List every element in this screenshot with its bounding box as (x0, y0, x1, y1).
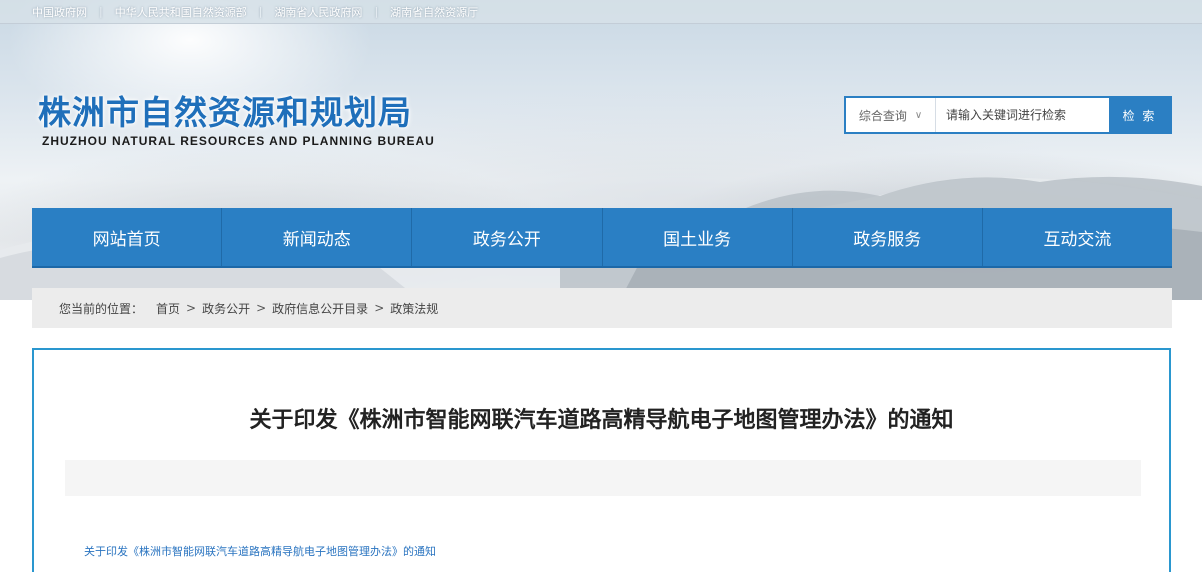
divider: | (258, 5, 263, 18)
nav-item-news[interactable]: 新闻动态 (222, 208, 413, 266)
search-scope-select[interactable]: 综合查询 ∨ (846, 98, 936, 132)
top-link-hunan-nr[interactable]: 湖南省自然资源厅 (390, 4, 478, 20)
site-logo-subtitle: ZHUZHOU NATURAL RESOURCES AND PLANNING B… (42, 134, 435, 148)
breadcrumb-separator-icon: > (374, 301, 385, 315)
search-input[interactable] (936, 98, 1109, 132)
breadcrumb-lead: 您当前的位置： (59, 301, 144, 316)
breadcrumb-separator-icon: > (256, 301, 267, 315)
search-button[interactable]: 检 索 (1109, 98, 1170, 132)
nav-item-interaction[interactable]: 互动交流 (983, 208, 1172, 266)
top-links-bar: 中国政府网 | 中华人民共和国自然资源部 | 湖南省人民政府网 | 湖南省自然资… (0, 0, 1202, 24)
nav-item-home[interactable]: 网站首页 (32, 208, 223, 266)
chevron-down-icon: ∨ (914, 109, 923, 121)
search-scope-label: 综合查询 (858, 108, 907, 123)
breadcrumb-item-home[interactable]: 首页 (156, 300, 180, 317)
breadcrumb-item-catalog[interactable]: 政府信息公开目录 (272, 300, 368, 317)
site-logo-title[interactable]: 株洲市自然资源和规划局 (38, 86, 412, 134)
top-link-hunan-gov[interactable]: 湖南省人民政府网 (274, 4, 362, 20)
breadcrumb-item-gov-affairs[interactable]: 政务公开 (202, 300, 250, 317)
breadcrumb: 您当前的位置： 首页 > 政务公开 > 政府信息公开目录 > 政策法规 (32, 288, 1172, 328)
nav-item-gov-affairs[interactable]: 政务公开 (412, 208, 603, 266)
main-nav: 网站首页 新闻动态 政务公开 国土业务 政务服务 互动交流 (32, 208, 1172, 268)
nav-item-land-business[interactable]: 国土业务 (603, 208, 793, 266)
breadcrumb-item-policy[interactable]: 政策法规 (390, 300, 438, 317)
nav-item-gov-service[interactable]: 政务服务 (793, 208, 983, 266)
divider: | (99, 5, 103, 18)
article-title: 关于印发《株洲市智能网联汽车道路高精导航电子地图管理办法》的通知 (249, 408, 954, 433)
breadcrumb-separator-icon: > (186, 301, 197, 315)
top-link-gov[interactable]: 中国政府网 (32, 4, 87, 20)
article-attachment-link[interactable]: 关于印发《株洲市智能网联汽车道路高精导航电子地图管理办法》的通知 (84, 543, 436, 559)
article-container: 关于印发《株洲市智能网联汽车道路高精导航电子地图管理办法》的通知 关于印发《株洲… (32, 348, 1171, 572)
divider: | (374, 5, 379, 18)
article-meta-bar (65, 460, 1141, 496)
search-bar: 综合查询 ∨ 检 索 (844, 96, 1172, 134)
top-link-mnr[interactable]: 中华人民共和国自然资源部 (115, 4, 247, 20)
